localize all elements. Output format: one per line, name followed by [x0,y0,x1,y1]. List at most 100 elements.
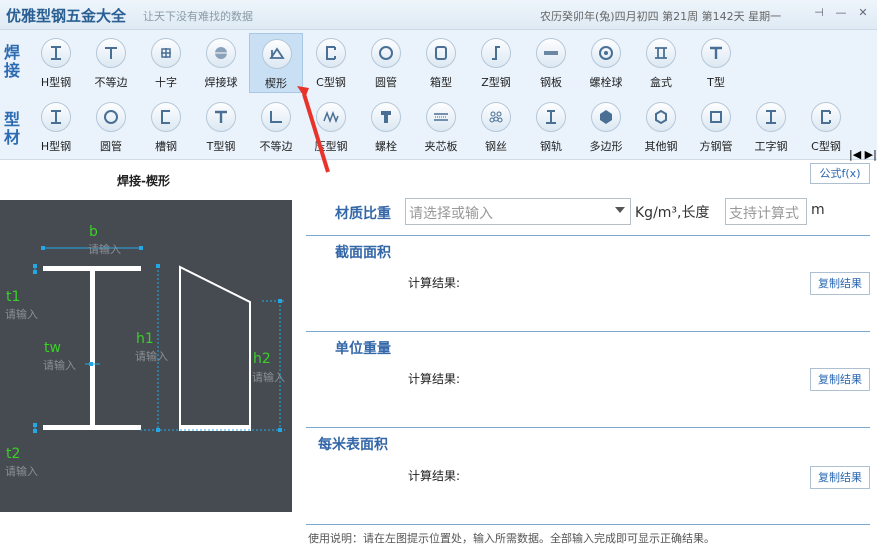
polygon-icon [591,102,621,132]
angle-icon [261,102,291,132]
tool-label: 钢轨 [540,140,562,153]
copy-area-button[interactable]: 复制结果 [810,272,870,295]
bolt-icon [371,102,401,132]
tool-z-section[interactable]: Z型钢 [469,33,523,93]
section-title-weight: 单位重量 [335,341,391,357]
tool-bolt[interactable]: 螺栓 [359,97,413,157]
tool-label: T型钢 [206,140,236,153]
tool-t-section[interactable]: T型钢 [194,97,248,157]
tool-round-tube[interactable]: 圆管 [359,33,413,93]
tool-sphere[interactable]: 焊接球 [194,33,248,93]
section-title-area: 截面面积 [335,245,391,261]
tool-t-section[interactable]: T型 [689,33,743,93]
dim-label-h2: h2 [253,351,271,367]
length-input[interactable]: 支持计算式 [725,198,807,225]
section-title-surface: 每米表面积 [318,437,388,453]
result-label-surface: 计算结果: [408,469,461,483]
tool-label: 盒式 [650,76,672,89]
c-channel-icon [811,102,841,132]
tool-wire[interactable]: 钢丝 [469,97,523,157]
copy-surface-button[interactable]: 复制结果 [810,466,870,489]
tool-box[interactable]: 箱型 [414,33,468,93]
minimize-button[interactable]: — [834,6,848,20]
sphere-icon [206,38,236,68]
box-type-icon [646,38,676,68]
tool-h-beam[interactable]: H型钢 [29,33,83,93]
tool-label: 槽钢 [155,140,177,153]
c-channel-icon [316,38,346,68]
tool-hexagon[interactable]: 其他钢 [634,97,688,157]
tool-round-tube[interactable]: 圆管 [84,97,138,157]
h-beam-icon [41,102,71,132]
bolt-ball-icon [591,38,621,68]
row-label-profile: 型材 [3,110,20,147]
tool-label: T型 [707,76,725,89]
input-h2[interactable]: 请输入 [252,369,285,385]
tool-label: 箱型 [430,76,452,89]
pin-button[interactable]: ⊣ [812,6,826,20]
tool-c-channel[interactable]: C型钢 [799,97,853,157]
app-title: 优雅型钢五金大全 [6,7,127,25]
input-t1[interactable]: 请输入 [5,306,38,322]
tool-label: 钢丝 [485,140,507,153]
diagram-title: 焊接-楔形 [117,174,170,188]
tool-t-shape[interactable]: 不等边 [84,33,138,93]
tool-polygon[interactable]: 多边形 [579,97,633,157]
t-section-icon [701,38,731,68]
input-tw[interactable]: 请输入 [43,357,76,373]
formula-button[interactable]: 公式f(x) [810,163,870,184]
dim-label-h1: h1 [136,331,154,347]
tool-label: 不等边 [94,76,128,89]
length-unit: m [811,202,825,218]
input-t2[interactable]: 请输入 [5,463,38,479]
tool-label: 多边形 [589,140,623,153]
round-tube-icon [96,102,126,132]
tool-square-tube[interactable]: 方钢管 [689,97,743,157]
tool-channel[interactable]: 槽钢 [139,97,193,157]
red-pointer-arrow [297,86,330,173]
tool-sandwich-panel[interactable]: 夹芯板 [414,97,468,157]
section-diagram: b 请输入 t1 请输入 tw 请输入 h1 请输入 h2 请输入 t2 请输入 [0,200,292,512]
hexagon-icon [646,102,676,132]
density-select[interactable]: 请选择或输入 [405,198,631,225]
result-label-weight: 计算结果: [408,372,461,386]
divider [306,235,870,236]
t-section-icon [206,102,236,132]
density-placeholder: 请选择或输入 [409,206,493,222]
tool-label: 十字 [155,76,177,89]
input-h1[interactable]: 请输入 [135,348,168,364]
tool-label: 焊接球 [204,76,238,89]
i-beam-icon [756,102,786,132]
divider [306,331,870,332]
tool-label: 圆管 [100,140,122,153]
toolbar-scroll-arrows[interactable]: |◀ ▶| [849,148,877,161]
cross-icon [151,38,181,68]
tool-i-beam[interactable]: 工字钢 [744,97,798,157]
input-b[interactable]: 请输入 [88,241,121,257]
shape-toolbar: 焊接 型材 H型钢 不等边 十字 焊接球 楔形 C型钢 圆管 箱型 Z型钢 钢板 螺栓球 盒式 T型 H… [0,30,877,161]
dim-label-b: b [89,224,98,240]
tool-label: 夹芯板 [424,140,458,153]
wedge-outline [179,265,251,431]
tool-box-type[interactable]: 盒式 [634,33,688,93]
divider [306,524,870,525]
tool-label: 工字钢 [754,140,788,153]
tool-label: C型钢 [811,140,841,153]
tool-label: H型钢 [40,140,72,153]
tool-plate[interactable]: 钢板 [524,33,578,93]
title-bar: 优雅型钢五金大全 让天下没有难找的数据 农历癸卯年(兔)四月初四 第21周 第1… [0,0,877,30]
channel-icon [151,102,181,132]
tool-bolt-ball[interactable]: 螺栓球 [579,33,633,93]
tool-rail[interactable]: 钢轨 [524,97,578,157]
web [90,271,95,425]
box-icon [426,38,456,68]
z-section-icon [481,38,511,68]
copy-weight-button[interactable]: 复制结果 [810,368,870,391]
tool-cross[interactable]: 十字 [139,33,193,93]
dim-label-t2: t2 [6,446,21,462]
tool-h-beam[interactable]: H型钢 [29,97,83,157]
tool-label: 圆管 [375,76,397,89]
close-button[interactable]: ✕ [856,6,870,20]
top-flange [43,266,141,271]
tool-label: 其他钢 [644,140,678,153]
